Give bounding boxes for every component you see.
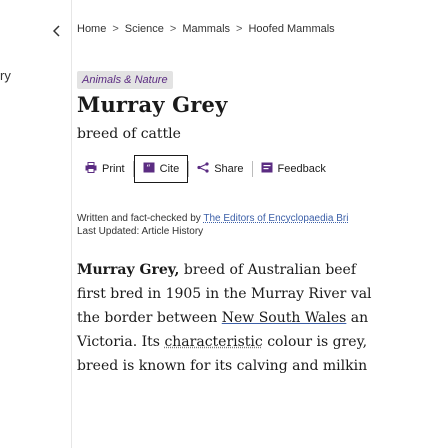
article-body: Murray Grey, breed of Australian beef fi… bbox=[77, 258, 448, 378]
breadcrumb-separator: > bbox=[112, 23, 119, 35]
print-button[interactable]: Print bbox=[77, 156, 133, 182]
share-icon bbox=[197, 162, 209, 176]
breadcrumb-science[interactable]: Science bbox=[125, 23, 164, 35]
print-label: Print bbox=[102, 163, 125, 175]
feedback-icon bbox=[261, 162, 273, 176]
breadcrumb-hoofed-mammals[interactable]: Hoofed Mammals bbox=[248, 23, 334, 35]
printer-icon bbox=[85, 162, 97, 176]
article-line: the border between New South Wales an bbox=[77, 310, 369, 326]
page-title: Murray Grey bbox=[77, 92, 228, 117]
svg-text:“: “ bbox=[146, 163, 151, 173]
breadcrumb-separator: > bbox=[236, 23, 243, 35]
category-badge[interactable]: Animals & Nature bbox=[77, 71, 173, 89]
article-toolbar: Print “ Cite Share Feedback bbox=[77, 155, 334, 183]
last-updated[interactable]: Last Updated: Article History bbox=[77, 226, 203, 237]
share-button[interactable]: Share bbox=[189, 156, 251, 182]
article-line: breed is known for its calving and milki… bbox=[77, 358, 368, 374]
feedback-label: Feedback bbox=[277, 163, 326, 175]
characteristic-link[interactable]: characteristic bbox=[164, 334, 262, 350]
article-line: Murray Grey, breed of Australian beef bbox=[77, 262, 357, 278]
byline-prefix: Written and fact-checked by bbox=[77, 213, 204, 224]
feedback-button[interactable]: Feedback bbox=[253, 156, 334, 182]
breadcrumb-mammals[interactable]: Mammals bbox=[182, 23, 230, 35]
article-page: ry Home > Science > Mammals > Hoofed Mammals A… bbox=[0, 0, 448, 448]
article-line: Victoria. Its characteristic colour is g… bbox=[77, 334, 368, 350]
byline: Written and fact-checked by The Editors … bbox=[77, 213, 348, 224]
breadcrumb: Home > Science > Mammals > Hoofed Mammals bbox=[77, 23, 335, 35]
rail-text-fragment: ry bbox=[0, 68, 11, 83]
page-subtitle: breed of cattle bbox=[77, 126, 181, 142]
breadcrumb-home[interactable]: Home bbox=[77, 23, 106, 35]
article-line: first bred in 1905 in the Murray River v… bbox=[77, 286, 372, 302]
article-content: Home > Science > Mammals > Hoofed Mammals Anim… bbox=[77, 0, 448, 448]
cite-label: Cite bbox=[159, 163, 180, 175]
cite-button[interactable]: “ Cite bbox=[133, 155, 189, 183]
share-label: Share bbox=[214, 163, 244, 175]
left-rail: ry bbox=[0, 0, 72, 448]
breadcrumb-separator: > bbox=[169, 23, 177, 35]
chevron-left-icon[interactable] bbox=[49, 23, 65, 39]
new-south-wales-link[interactable]: New South Wales bbox=[222, 310, 347, 326]
quote-icon: “ bbox=[143, 162, 155, 176]
article-term: Murray Grey, bbox=[77, 262, 180, 278]
author-link[interactable]: The Editors of Encyclopaedia Bri bbox=[203, 213, 348, 224]
